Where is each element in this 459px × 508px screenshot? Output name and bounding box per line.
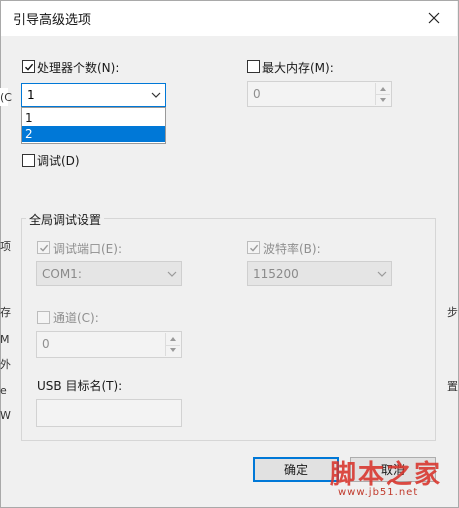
channel-label: 通道(C): [53, 311, 99, 325]
baud-rate-value: 115200 [253, 266, 299, 281]
debug-checkbox[interactable] [22, 154, 35, 167]
background-fragment: M [0, 333, 10, 346]
caret-up-icon [170, 336, 176, 341]
background-fragment: 步 [447, 306, 458, 319]
decrement-button[interactable] [376, 94, 390, 105]
background-fragment: W [0, 409, 11, 422]
caret-down-icon [170, 348, 176, 353]
dialog-title: 引导高级选项 [13, 13, 92, 28]
background-fragment: 置 [447, 380, 458, 393]
checkmark-icon [24, 63, 33, 71]
max-memory-checkbox[interactable] [247, 60, 260, 73]
caret-down-icon [380, 97, 386, 102]
max-memory-value: 0 [253, 87, 261, 101]
ok-button[interactable]: 确定 [253, 457, 339, 482]
baud-rate-dropdown[interactable]: 115200 [247, 261, 392, 286]
baud-rate-label: 波特率(B): [263, 242, 321, 256]
debug-port-dropdown[interactable]: COM1: [36, 261, 182, 286]
usb-target-input[interactable] [36, 399, 182, 427]
baud-rate-checkbox[interactable] [247, 241, 260, 254]
watermark-logo: 脚本之家 [330, 460, 443, 490]
processors-label: 处理器个数(N): [37, 61, 120, 75]
watermark-url: www.jb51.net [338, 487, 419, 498]
chevron-down-icon [163, 271, 181, 277]
background-fragment: e [0, 384, 7, 397]
debug-port-label: 调试端口(E): [53, 242, 122, 256]
global-debug-title: 全局调试设置 [26, 211, 105, 228]
background-fragment: 项 [0, 240, 11, 253]
usb-target-label: USB 目标名(T): [37, 379, 123, 393]
chevron-down-icon [373, 271, 391, 277]
max-memory-label: 最大内存(M): [262, 61, 334, 75]
debug-port-value: COM1: [42, 266, 82, 281]
channel-value: 0 [42, 337, 50, 351]
debug-port-checkbox[interactable] [37, 241, 50, 254]
channel-stepper[interactable]: 0 [36, 331, 182, 358]
decrement-button[interactable] [166, 345, 180, 357]
checkmark-icon [39, 244, 48, 252]
background-fragment: 外 [0, 358, 11, 371]
max-memory-stepper[interactable]: 0 [247, 81, 392, 107]
processors-value: 1 [27, 88, 35, 102]
background-fragment: 存 [0, 306, 11, 319]
processors-option-highlighted[interactable]: 2 [22, 126, 165, 142]
processors-checkbox[interactable] [22, 60, 35, 73]
checkmark-icon [249, 244, 258, 252]
processors-options-list: 1 2 [21, 107, 166, 144]
close-button[interactable] [420, 4, 448, 32]
close-icon [428, 12, 440, 24]
channel-checkbox[interactable] [37, 311, 50, 324]
processors-option[interactable]: 1 [22, 110, 165, 126]
processors-dropdown[interactable]: 1 [21, 83, 166, 107]
chevron-down-icon [147, 92, 165, 98]
caret-up-icon [380, 86, 386, 91]
debug-label: 调试(D) [37, 154, 80, 168]
background-fragment: (C [0, 91, 12, 104]
